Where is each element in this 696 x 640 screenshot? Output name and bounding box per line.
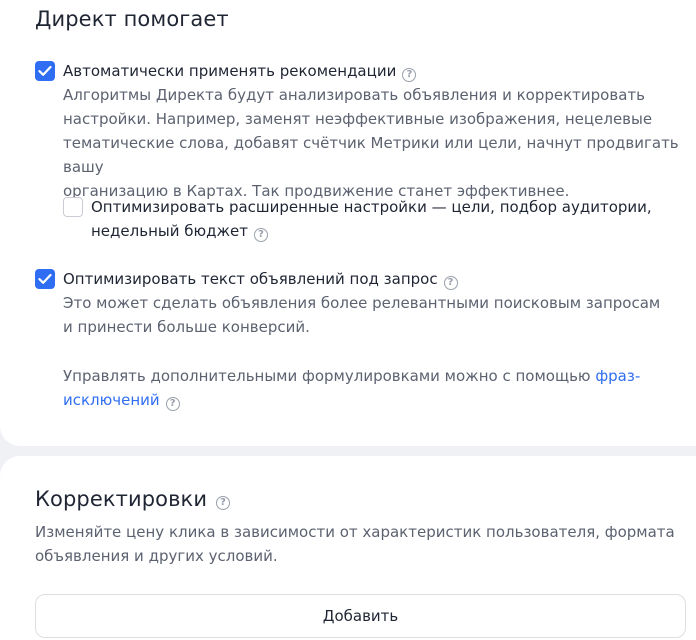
optimize-text-label[interactable]: Оптимизировать текст объявлений под запр…	[63, 270, 438, 288]
auto-apply-desc-line: настройки. Например, заменят неэффективн…	[63, 110, 653, 128]
optimize-advanced-checkbox[interactable]	[63, 197, 83, 217]
auto-apply-desc-line: тематические слова, добавят счётчик Метр…	[63, 134, 679, 176]
direct-helps-title: Директ помогает	[35, 7, 229, 31]
adjustments-desc-line: Изменяйте цену клика в зависимости от ха…	[35, 523, 675, 541]
question-circle-icon[interactable]: ?	[443, 276, 458, 290]
checkmark-icon	[38, 65, 52, 76]
optimize-advanced-label-row: Оптимизировать расширенные настройки — ц…	[91, 195, 652, 243]
optimize-text-desc-line: Это может сделать объявления более релев…	[63, 294, 661, 312]
question-circle-icon[interactable]: ?	[402, 68, 417, 82]
negative-phrases-link-part2[interactable]: исключений	[63, 391, 160, 409]
optimize-text-label-row: Оптимизировать текст объявлений под запр…	[63, 267, 458, 291]
question-circle-icon[interactable]: ?	[165, 397, 180, 411]
auto-apply-checkbox[interactable]	[35, 61, 55, 81]
optimize-text-description: Это может сделать объявления более релев…	[63, 291, 660, 339]
direct-helps-card: Директ помогает Автоматически применять …	[0, 0, 696, 446]
adjustments-desc-line: объявления и других условий.	[35, 547, 278, 565]
auto-apply-label[interactable]: Автоматически применять рекомендации	[63, 62, 396, 80]
question-circle-icon[interactable]: ?	[253, 228, 268, 242]
adjustments-title: Корректировки	[35, 487, 208, 511]
optimize-advanced-label-line1[interactable]: Оптимизировать расширенные настройки — ц…	[91, 195, 652, 219]
checkmark-icon	[38, 273, 52, 284]
manage-phrases-prefix: Управлять дополнительными формулировками…	[63, 367, 591, 385]
optimize-advanced-label-line2[interactable]: недельный бюджет	[91, 222, 248, 240]
negative-phrases-link-part1[interactable]: фраз-	[595, 367, 640, 385]
optimize-text-checkbox[interactable]	[35, 269, 55, 289]
auto-apply-desc-line: Алгоритмы Директа будут анализировать об…	[63, 86, 645, 104]
adjustments-title-row: Корректировки?	[35, 486, 231, 512]
optimize-text-desc-line: и принести больше конверсий.	[63, 318, 310, 336]
auto-apply-description: Алгоритмы Директа будут анализировать об…	[63, 83, 696, 203]
question-circle-icon[interactable]: ?	[216, 496, 231, 510]
manage-phrases-text: Управлять дополнительными формулировками…	[63, 364, 640, 412]
adjustments-description: Изменяйте цену клика в зависимости от ха…	[35, 520, 675, 568]
add-adjustment-button[interactable]: Добавить	[35, 594, 686, 638]
auto-apply-label-row: Автоматически применять рекомендации?	[63, 59, 417, 83]
